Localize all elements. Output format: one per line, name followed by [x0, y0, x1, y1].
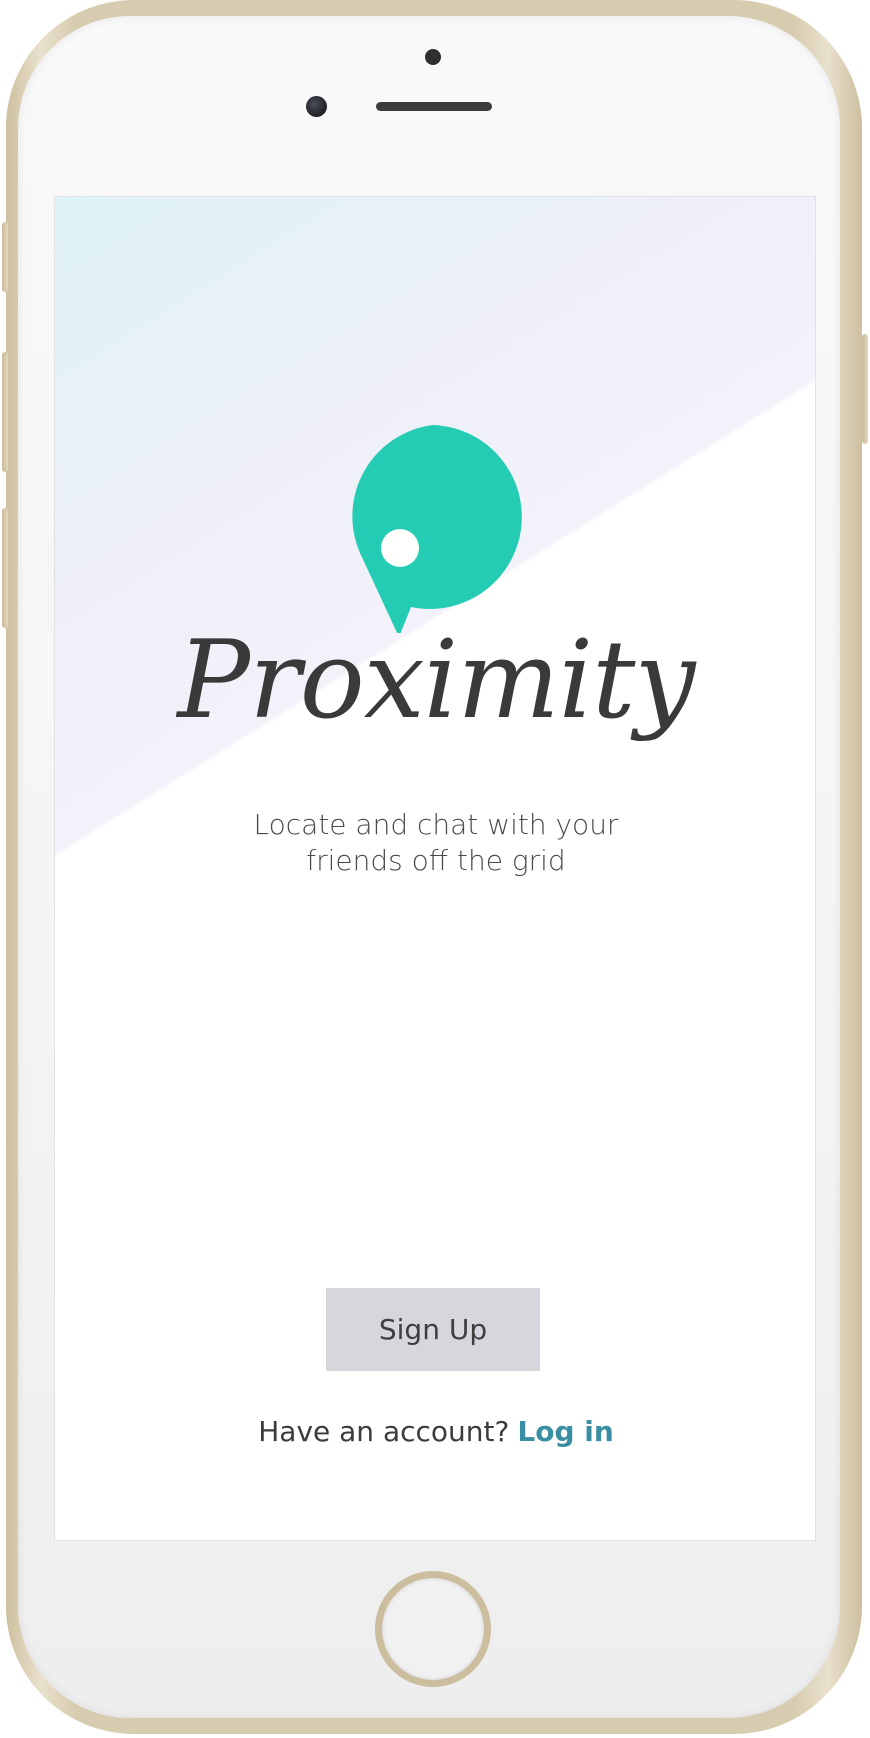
proximity-sensor: [425, 49, 441, 65]
logo-dot: [381, 529, 419, 567]
device-mockup: Proximity Locate and chat with your frie…: [0, 0, 870, 1738]
power-button: [862, 334, 868, 444]
home-button[interactable]: [375, 1571, 491, 1687]
app-tagline: Locate and chat with your friends off th…: [186, 807, 686, 879]
tagline-line-1: Locate and chat with your: [253, 808, 619, 841]
app-logo-wordmark: Proximity: [177, 618, 695, 743]
login-prompt-row: Have an account? Log in: [55, 1415, 815, 1448]
earpiece-speaker: [376, 102, 492, 111]
sign-up-button[interactable]: Sign Up: [326, 1288, 540, 1371]
log-in-link[interactable]: Log in: [517, 1415, 613, 1448]
location-pin-chat-bubble-icon: [352, 425, 522, 633]
volume-down-button: [2, 508, 8, 628]
logo-bubble-shape: [352, 425, 522, 633]
front-camera-icon: [306, 96, 327, 117]
volume-up-button: [2, 352, 8, 472]
login-prompt-text: Have an account?: [258, 1415, 510, 1448]
mute-switch: [2, 222, 8, 292]
tagline-line-2: friends off the grid: [306, 844, 566, 877]
app-screen: Proximity Locate and chat with your frie…: [54, 196, 816, 1541]
